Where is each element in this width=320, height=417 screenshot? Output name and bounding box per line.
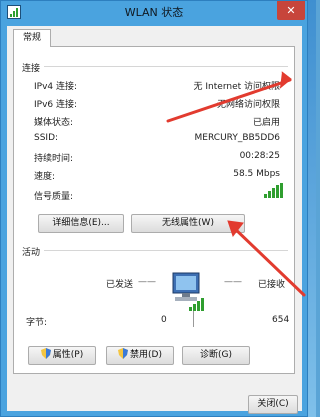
- ipv4-value: 无 Internet 访问权限: [193, 82, 280, 92]
- ssid-label: SSID:: [34, 133, 59, 143]
- media-state-value: 已启用: [252, 118, 280, 128]
- connection-group-divider: [44, 66, 288, 67]
- activity-group-label: 活动: [22, 248, 41, 258]
- desktop-background: [308, 0, 316, 417]
- titlebar[interactable]: WLAN 状态 ✕: [1, 1, 307, 23]
- bytes-received-value: 654: [272, 315, 290, 325]
- received-label: 已接收: [258, 280, 286, 290]
- diagnose-button[interactable]: 诊断(G): [182, 346, 250, 365]
- received-dash: ——: [224, 277, 242, 287]
- wireless-properties-button[interactable]: 无线属性(W): [131, 214, 245, 233]
- activity-group-divider: [44, 250, 288, 251]
- ipv6-label: IPv6 连接:: [34, 100, 78, 110]
- connection-group-label: 连接: [22, 64, 41, 74]
- dialog-client-area: 常规 连接 IPv4 连接: 无 Internet 访问权限 IPv6 连接: …: [7, 26, 302, 414]
- disable-button-label: 禁用(D): [130, 350, 162, 360]
- speed-label: 速度:: [34, 172, 56, 182]
- disable-button[interactable]: 禁用(D): [106, 346, 174, 365]
- signal-strength-icon: [264, 183, 283, 198]
- signal-quality-label: 信号质量:: [34, 192, 74, 202]
- uac-shield-icon: [40, 348, 51, 359]
- network-computer-icon: [172, 272, 204, 311]
- general-tab-panel: 连接 IPv4 连接: 无 Internet 访问权限 IPv6 连接: 无网络…: [13, 46, 295, 374]
- bytes-sent-value: 0: [161, 315, 167, 325]
- bytes-label: 字节:: [26, 318, 48, 328]
- ipv4-label: IPv4 连接:: [34, 82, 78, 92]
- ssid-value: MERCURY_BB5DD6: [194, 133, 280, 143]
- properties-button[interactable]: 属性(P): [28, 346, 96, 365]
- close-button[interactable]: 关闭(C): [248, 395, 298, 414]
- sent-label: 已发送: [106, 280, 134, 290]
- speed-value: 58.5 Mbps: [233, 169, 280, 179]
- details-button[interactable]: 详细信息(E)...: [38, 214, 124, 233]
- sent-dash: ——: [138, 277, 156, 287]
- window-title: WLAN 状态: [124, 6, 184, 19]
- ipv6-value: 无网络访问权限: [216, 100, 280, 110]
- wlan-status-window: WLAN 状态 ✕ 常规 连接 IPv4 连接: 无 Internet 访问权限…: [0, 0, 308, 417]
- media-state-label: 媒体状态:: [34, 118, 74, 128]
- uac-shield-icon: [118, 348, 129, 359]
- tab-general[interactable]: 常规: [13, 29, 51, 47]
- window-close-button[interactable]: ✕: [277, 1, 305, 20]
- properties-button-label: 属性(P): [52, 350, 84, 360]
- duration-value: 00:28:25: [239, 151, 280, 161]
- duration-label: 持续时间:: [34, 154, 74, 164]
